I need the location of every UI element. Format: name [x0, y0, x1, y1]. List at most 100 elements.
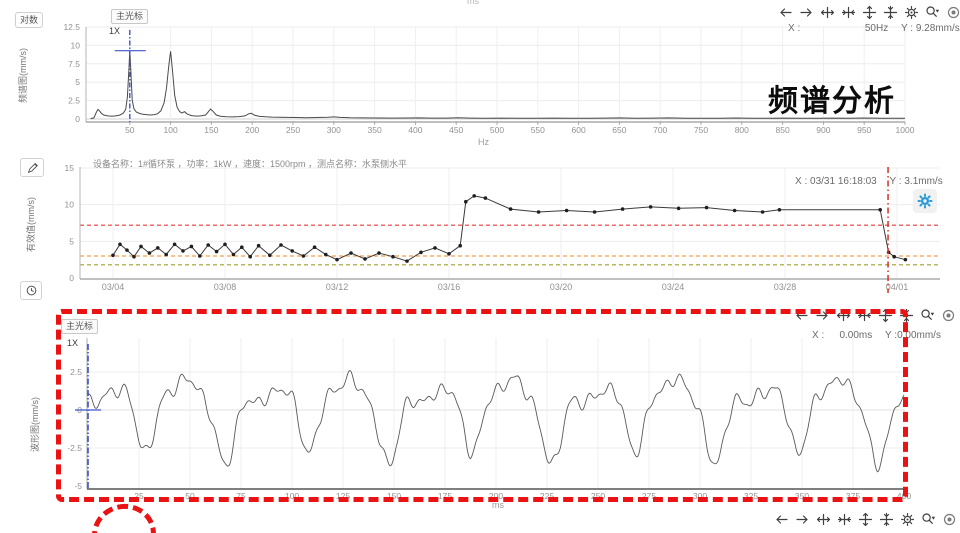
svg-text:04/01: 04/01: [886, 282, 909, 292]
waveform-readout-y-value: 0.00mm/s: [897, 330, 941, 341]
trend-device-header: 设备名称：1#循环泵 ，功率：1kW ，速度：1500rpm ，测点名称：水泵侧…: [93, 157, 407, 170]
svg-text:400: 400: [408, 125, 422, 135]
svg-text:250: 250: [286, 125, 300, 135]
spectrum-toolbar: [777, 4, 960, 21]
svg-text:800: 800: [735, 125, 749, 135]
svg-text:750: 750: [694, 125, 708, 135]
reset-icon[interactable]: [945, 4, 960, 21]
svg-text:75: 75: [236, 491, 246, 501]
waveform-main-cursor-tag[interactable]: 主光标: [61, 319, 98, 334]
waveform-readout-x-value: 0.00ms: [824, 330, 872, 341]
trend-readout-x-value: 03/31 16:18:03: [810, 176, 877, 187]
waveform-toolbar: [793, 307, 957, 324]
waveform-plot-area[interactable]: [87, 338, 905, 489]
svg-text:2.5: 2.5: [68, 96, 80, 106]
svg-text:2.5: 2.5: [70, 367, 82, 377]
svg-text:03/04: 03/04: [102, 282, 125, 292]
reset-icon[interactable]: [941, 511, 958, 528]
svg-text:10: 10: [71, 40, 81, 50]
compress-x-icon[interactable]: [856, 307, 873, 324]
waveform-1x-label: 1X: [67, 338, 78, 348]
trend-readout-y-label: Y :: [890, 176, 902, 187]
svg-text:03/28: 03/28: [774, 282, 797, 292]
expand-x-icon[interactable]: [815, 511, 832, 528]
svg-text:150: 150: [204, 125, 218, 135]
svg-text:650: 650: [612, 125, 626, 135]
pan-left-icon[interactable]: [773, 511, 790, 528]
svg-text:125: 125: [336, 491, 350, 501]
trend-readout-x-label: X :: [795, 176, 807, 187]
bottom-toolbar: [773, 511, 958, 528]
svg-text:50: 50: [185, 491, 195, 501]
expand-y-icon[interactable]: [861, 4, 878, 21]
waveform-x-unit-label: ms: [492, 500, 504, 510]
svg-text:50: 50: [125, 125, 135, 135]
compress-x-icon[interactable]: [836, 511, 853, 528]
svg-text:25: 25: [134, 491, 144, 501]
svg-text:0: 0: [75, 114, 80, 124]
top-cropped-ms-label: ms: [467, 0, 479, 6]
svg-text:300: 300: [327, 125, 341, 135]
zoom-select-icon[interactable]: [924, 4, 941, 21]
svg-text:400: 400: [897, 491, 911, 501]
edit-button[interactable]: [20, 158, 44, 177]
pan-left-icon[interactable]: [777, 4, 794, 21]
svg-text:7.5: 7.5: [68, 59, 80, 69]
svg-text:100: 100: [164, 125, 178, 135]
reset-icon[interactable]: [940, 307, 957, 324]
pencil-icon: [26, 161, 39, 174]
trend-settings-button[interactable]: [913, 189, 937, 213]
svg-text:900: 900: [816, 125, 830, 135]
compress-y-icon[interactable]: [882, 4, 899, 21]
gear-icon[interactable]: [903, 4, 920, 21]
spectrum-x-unit-label: Hz: [478, 137, 489, 147]
svg-text:250: 250: [591, 491, 605, 501]
pan-right-icon[interactable]: [798, 4, 815, 21]
waveform-cursor-readout: X :0.00ms Y :0.00mm/s: [812, 330, 941, 341]
expand-x-icon[interactable]: [835, 307, 852, 324]
waveform-y-axis-label: 波形图(mm/s): [28, 397, 41, 452]
compress-y-icon[interactable]: [878, 511, 895, 528]
svg-text:225: 225: [540, 491, 554, 501]
expand-y-icon[interactable]: [877, 307, 894, 324]
svg-text:700: 700: [653, 125, 667, 135]
compress-x-icon[interactable]: [840, 4, 857, 21]
trend-readout-y-value: 3.1mm/s: [904, 176, 942, 187]
svg-text:850: 850: [776, 125, 790, 135]
pan-right-icon[interactable]: [814, 307, 831, 324]
expand-y-icon[interactable]: [857, 511, 874, 528]
svg-text:300: 300: [693, 491, 707, 501]
trend-cursor-readout: X : 03/31 16:18:03 Y : 3.1mm/s: [795, 176, 943, 187]
gear-icon[interactable]: [899, 511, 916, 528]
pan-left-icon[interactable]: [793, 307, 810, 324]
spectrum-main-cursor-tag[interactable]: 主光标: [111, 9, 148, 24]
spectrum-y-axis-label: 频谱图(mm/s): [16, 48, 29, 103]
svg-text:5: 5: [75, 77, 80, 87]
expand-x-icon[interactable]: [819, 4, 836, 21]
svg-text:350: 350: [795, 491, 809, 501]
zoom-select-icon[interactable]: [919, 307, 936, 324]
svg-text:950: 950: [857, 125, 871, 135]
svg-text:350: 350: [368, 125, 382, 135]
waveform-readout-x-label: X :: [812, 330, 824, 341]
svg-text:03/12: 03/12: [326, 282, 349, 292]
spectrum-readout-x-label: X :: [788, 23, 800, 34]
svg-text:100: 100: [285, 491, 299, 501]
zoom-select-icon[interactable]: [920, 511, 937, 528]
svg-text:200: 200: [245, 125, 259, 135]
svg-text:03/16: 03/16: [438, 282, 461, 292]
pan-right-icon[interactable]: [794, 511, 811, 528]
svg-text:-5: -5: [74, 481, 82, 491]
svg-text:500: 500: [490, 125, 504, 135]
svg-text:0: 0: [69, 273, 74, 283]
svg-text:450: 450: [449, 125, 463, 135]
spectrum-analysis-title: 频谱分析: [768, 76, 896, 120]
svg-text:550: 550: [531, 125, 545, 135]
time-range-button[interactable]: [20, 281, 42, 300]
svg-text:5: 5: [69, 236, 74, 246]
spectrum-readout-y-value: 9.28mm/s: [916, 23, 960, 34]
spectrum-cursor-readout: X :50Hz Y : 9.28mm/s: [788, 23, 960, 34]
log-scale-button[interactable]: 对数: [15, 12, 43, 28]
svg-text:325: 325: [744, 491, 758, 501]
compress-y-icon[interactable]: [898, 307, 915, 324]
